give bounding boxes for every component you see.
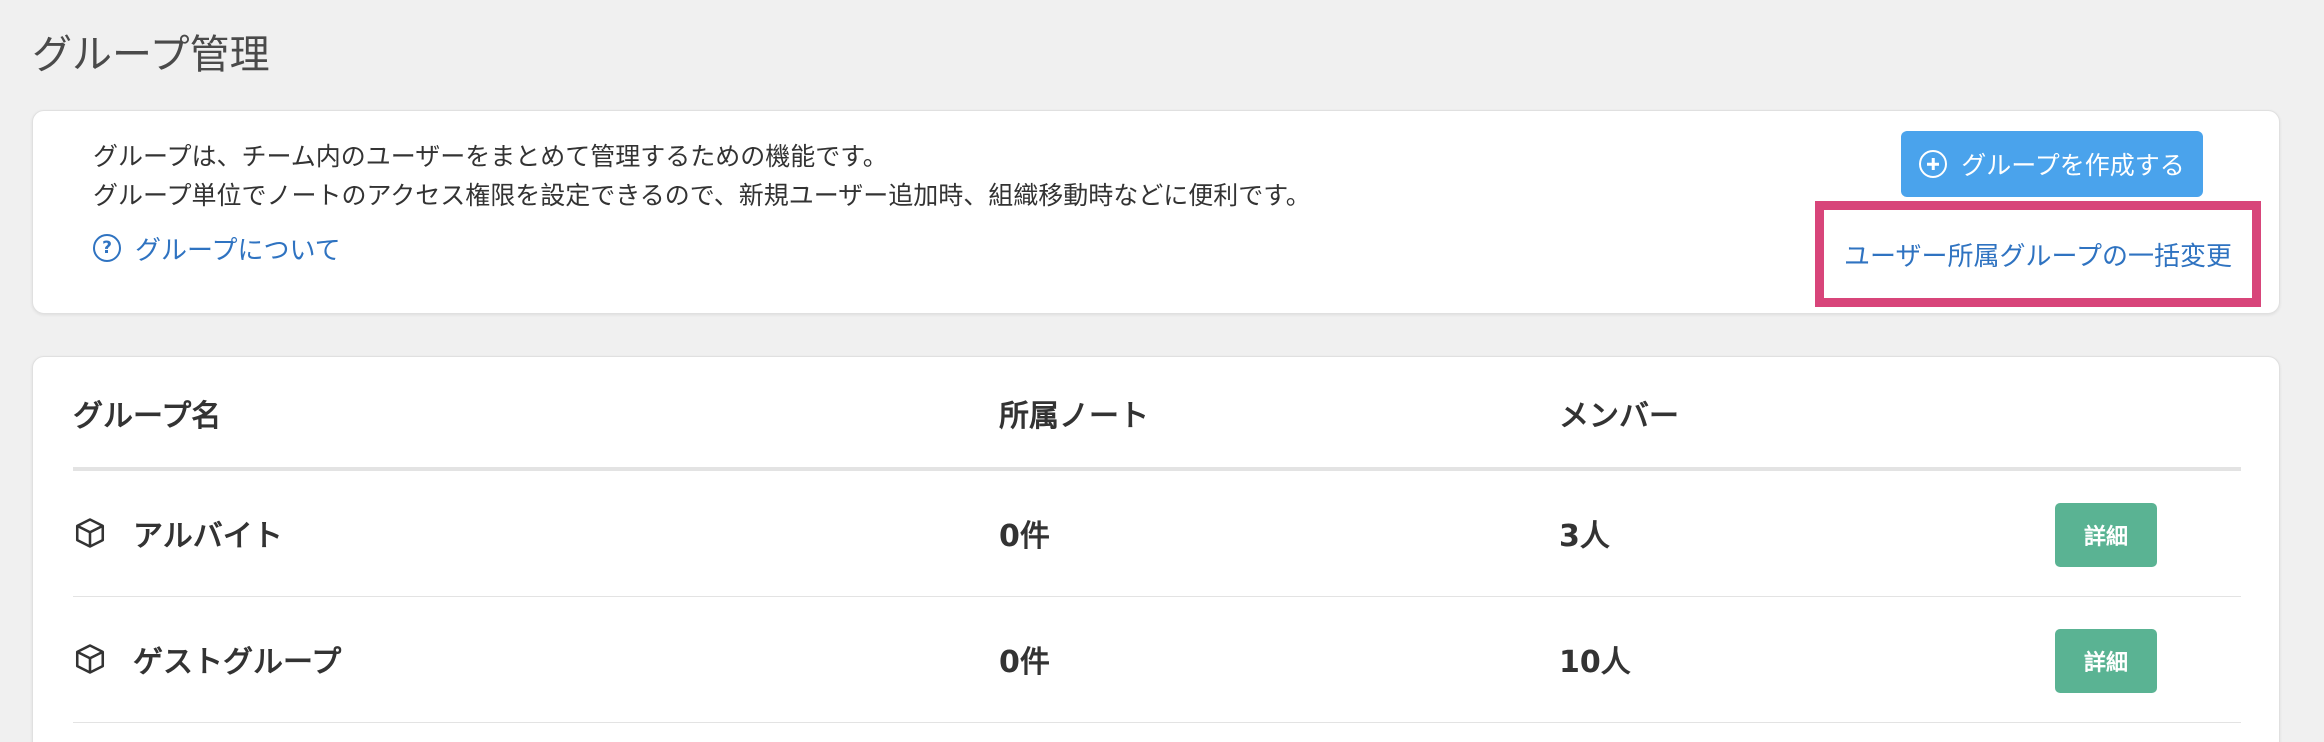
table-row: アルバイト 0件 3人 詳細 (73, 471, 2241, 597)
about-groups-link[interactable]: ? グループについて (93, 231, 341, 266)
column-header-members: メンバー (1559, 399, 1679, 434)
groups-table: グループ名 所属ノート メンバー アルバイト 0件 3人 詳細 ゲストグループ … (32, 356, 2280, 742)
cube-icon (75, 644, 105, 674)
about-groups-label: グループについて (135, 235, 341, 266)
info-line-2: グループ単位でノートのアクセス権限を設定できるので、新規ユーザー追加時、組織移動… (93, 181, 1311, 210)
table-row: ゲストグループ 0件 10人 詳細 (73, 597, 2241, 723)
group-name: アルバイト (133, 519, 283, 554)
info-line-1: グループは、チーム内のユーザーをまとめて管理するための機能です。 (93, 142, 888, 171)
detail-button[interactable]: 詳細 (2055, 503, 2157, 567)
column-header-name: グループ名 (73, 399, 222, 434)
detail-button[interactable]: 詳細 (2055, 629, 2157, 693)
plus-circle-icon (1919, 150, 1948, 178)
info-description: グループは、チーム内のユーザーをまとめて管理するための機能です。 グループ単位で… (93, 137, 1311, 215)
create-group-button[interactable]: グループを作成する (1901, 131, 2203, 197)
group-management-page: グループ管理 グループは、チーム内のユーザーをまとめて管理するための機能です。 … (0, 0, 2324, 742)
column-header-notes: 所属ノート (999, 399, 1149, 434)
group-notes-count: 0件 (999, 519, 1050, 554)
bulk-change-highlight: ユーザー所属グループの一括変更 (1815, 201, 2261, 307)
info-card: グループは、チーム内のユーザーをまとめて管理するための機能です。 グループ単位で… (32, 110, 2280, 314)
group-name-cell: ゲストグループ (73, 597, 341, 721)
page-title: グループ管理 (32, 32, 270, 78)
create-group-label: グループを作成する (1961, 151, 2185, 180)
bulk-change-groups-link[interactable]: ユーザー所属グループの一括変更 (1844, 236, 2232, 273)
group-notes-count: 0件 (999, 645, 1050, 680)
question-circle-icon: ? (93, 234, 121, 262)
group-name-cell: アルバイト (73, 471, 283, 595)
group-name: ゲストグループ (133, 645, 342, 680)
cube-icon (75, 518, 105, 548)
group-members-count: 3人 (1559, 519, 1610, 554)
group-members-count: 10人 (1559, 645, 1631, 680)
